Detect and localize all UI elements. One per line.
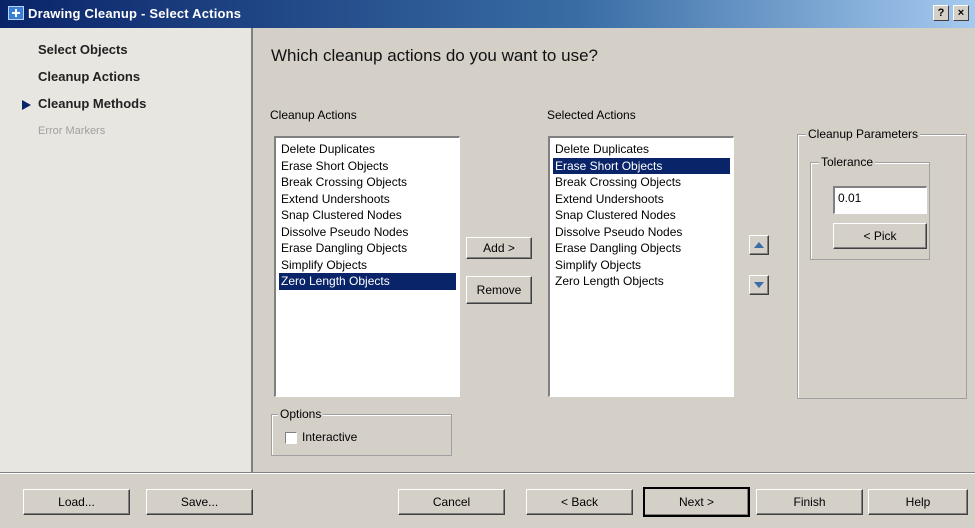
selected-action-item[interactable]: Break Crossing Objects: [553, 174, 730, 191]
help-title-button[interactable]: ?: [933, 5, 949, 21]
available-action-item[interactable]: Simplify Objects: [279, 257, 456, 274]
available-actions-list[interactable]: Delete Duplicates Erase Short Objects Brea…: [274, 136, 460, 397]
tolerance-input[interactable]: 0.01: [833, 186, 927, 214]
nav-item-select-objects[interactable]: Select Objects: [38, 42, 128, 57]
selected-action-item[interactable]: Snap Clustered Nodes: [553, 207, 730, 224]
nav-item-cleanup-actions[interactable]: Cleanup Actions: [38, 69, 140, 84]
close-title-button[interactable]: ×: [953, 5, 969, 21]
available-actions-label: Cleanup Actions: [270, 108, 357, 122]
wizard-step-nav: Select Objects Cleanup Actions Cleanup M…: [0, 28, 253, 472]
add-button[interactable]: Add >: [466, 237, 532, 259]
down-arrow-icon: [754, 282, 764, 288]
remove-button[interactable]: Remove: [466, 276, 532, 304]
footer-separator: [0, 472, 975, 474]
options-label: Options: [278, 407, 324, 421]
main-content: Which cleanup actions do you want to use…: [255, 28, 975, 472]
tolerance-label: Tolerance: [819, 155, 876, 169]
selected-action-item[interactable]: Dissolve Pseudo Nodes: [553, 224, 730, 241]
load-button[interactable]: Load...: [23, 489, 130, 515]
selected-actions-list[interactable]: Delete Duplicates Erase Short Objects Brea…: [548, 136, 734, 397]
pick-button[interactable]: < Pick: [833, 223, 927, 249]
page-heading: Which cleanup actions do you want to use…: [271, 46, 598, 65]
app-icon: [8, 6, 24, 20]
available-action-item[interactable]: Break Crossing Objects: [279, 174, 456, 191]
selected-action-item[interactable]: Zero Length Objects: [553, 273, 730, 290]
available-action-item[interactable]: Erase Short Objects: [279, 158, 456, 175]
selected-actions-label: Selected Actions: [547, 108, 636, 122]
next-button[interactable]: Next >: [643, 487, 750, 517]
cleanup-parameters-group: Cleanup Parameters Tolerance 0.01 < Pick: [797, 127, 967, 399]
nav-item-error-markers: Error Markers: [38, 125, 106, 137]
move-down-button[interactable]: [749, 275, 769, 295]
tolerance-group: Tolerance 0.01 < Pick: [810, 155, 930, 260]
cancel-button[interactable]: Cancel: [398, 489, 505, 515]
available-action-item[interactable]: Snap Clustered Nodes: [279, 207, 456, 224]
window-title: Drawing Cleanup - Select Actions: [28, 6, 242, 21]
help-button[interactable]: Help: [868, 489, 968, 515]
selected-action-item[interactable]: Simplify Objects: [553, 257, 730, 274]
available-action-item[interactable]: Erase Dangling Objects: [279, 240, 456, 257]
back-button[interactable]: < Back: [526, 489, 633, 515]
selected-action-item[interactable]: Erase Short Objects: [553, 157, 730, 174]
cleanup-parameters-label: Cleanup Parameters: [806, 127, 921, 141]
up-arrow-icon: [754, 242, 764, 248]
available-action-item[interactable]: Extend Undershoots: [279, 191, 456, 208]
selected-action-item[interactable]: Delete Duplicates: [553, 141, 730, 158]
options-group: Options Interactive: [271, 407, 452, 456]
available-action-item[interactable]: Zero Length Objects: [279, 273, 456, 290]
current-step-arrow-icon: [22, 100, 31, 110]
save-button[interactable]: Save...: [146, 489, 253, 515]
available-action-item[interactable]: Delete Duplicates: [279, 141, 456, 158]
interactive-checkbox[interactable]: [285, 432, 297, 444]
nav-item-cleanup-methods[interactable]: Cleanup Methods: [38, 96, 146, 111]
interactive-label: Interactive: [302, 430, 358, 444]
move-up-button[interactable]: [749, 235, 769, 255]
selected-action-item[interactable]: Erase Dangling Objects: [553, 240, 730, 257]
available-action-item[interactable]: Dissolve Pseudo Nodes: [279, 224, 456, 241]
selected-action-item[interactable]: Extend Undershoots: [553, 191, 730, 208]
finish-button[interactable]: Finish: [756, 489, 863, 515]
title-bar: Drawing Cleanup - Select Actions ? ×: [0, 0, 975, 28]
